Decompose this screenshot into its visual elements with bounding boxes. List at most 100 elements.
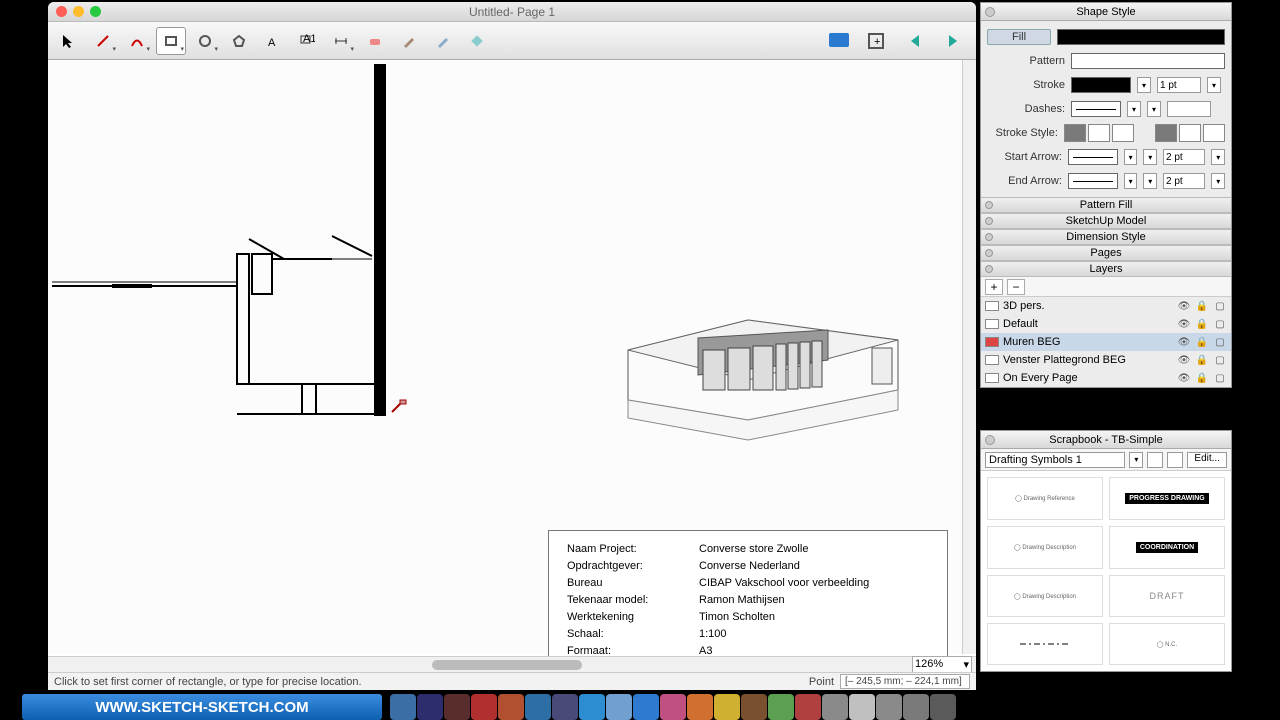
print-icon[interactable]: ▢ — [1213, 319, 1227, 330]
scrapbook-picker[interactable]: Drafting Symbols 1 — [985, 452, 1125, 468]
stroke-width-input[interactable]: 1 pt — [1157, 77, 1201, 93]
stroke-swatch[interactable] — [1071, 77, 1131, 93]
dock-app-icon[interactable] — [633, 694, 659, 720]
polygon-tool[interactable] — [224, 27, 254, 55]
text-tool[interactable]: A — [258, 27, 288, 55]
scrapbook-item[interactable]: PROGRESS DRAWING — [1109, 477, 1225, 520]
lock-icon[interactable]: 🔒 — [1195, 337, 1209, 348]
fill-toggle[interactable]: Fill — [987, 29, 1051, 45]
zoom-select[interactable]: 126%▾ — [912, 656, 972, 673]
stroke-cap-1[interactable] — [1155, 124, 1177, 142]
label-tool[interactable]: A1 — [292, 27, 322, 55]
layer-item[interactable]: Venster Plattegrond BEG👁🔒▢ — [981, 351, 1231, 369]
section-layers[interactable]: Layers — [981, 261, 1231, 277]
dock-app-icon[interactable] — [930, 694, 956, 720]
drawing-canvas[interactable]: Naam Project:Converse store Zwolle Opdra… — [48, 60, 976, 654]
dock-app-icon[interactable] — [660, 694, 686, 720]
section-dimension-style[interactable]: Dimension Style — [981, 229, 1231, 245]
dock-app-icon[interactable] — [903, 694, 929, 720]
fill-swatch[interactable] — [1057, 29, 1225, 45]
scrapbook-item[interactable] — [987, 623, 1103, 665]
horizontal-scrollbar[interactable]: 126%▾ — [48, 656, 976, 672]
section-pattern-fill[interactable]: Pattern Fill — [981, 197, 1231, 213]
scrapbook-item[interactable]: DRAFT — [1109, 575, 1225, 617]
dock-app-icon[interactable] — [741, 694, 767, 720]
select-tool[interactable] — [54, 27, 84, 55]
dock-app-icon[interactable] — [876, 694, 902, 720]
stroke-width-dropdown[interactable]: ▾ — [1207, 77, 1221, 93]
prev-page-button[interactable] — [898, 26, 932, 56]
lock-icon[interactable]: 🔒 — [1195, 301, 1209, 312]
end-arrow-select[interactable] — [1068, 173, 1118, 189]
dimension-tool[interactable]: ▾ — [326, 27, 356, 55]
stroke-dropdown[interactable]: ▾ — [1137, 77, 1151, 93]
dock-app-icon[interactable] — [444, 694, 470, 720]
pattern-swatch[interactable] — [1071, 53, 1225, 69]
next-page-button[interactable] — [936, 26, 970, 56]
arc-tool[interactable]: ▾ — [122, 27, 152, 55]
stroke-cap-3[interactable] — [1203, 124, 1225, 142]
scrapbook-edit-button[interactable]: Edit... — [1187, 452, 1227, 468]
stroke-style-2[interactable] — [1088, 124, 1110, 142]
stroke-style-1[interactable] — [1064, 124, 1086, 142]
stroke-cap-2[interactable] — [1179, 124, 1201, 142]
split-tool[interactable] — [428, 27, 458, 55]
rectangle-tool[interactable]: ▾ — [156, 27, 186, 55]
visibility-icon[interactable]: 👁 — [1177, 319, 1191, 330]
layer-item[interactable]: Default👁🔒▢ — [981, 315, 1231, 333]
dashes-select[interactable] — [1071, 101, 1121, 117]
presentation-button[interactable] — [822, 26, 856, 56]
dock-app-icon[interactable] — [579, 694, 605, 720]
scrapbook-item[interactable]: ◯ Drawing Description — [987, 575, 1103, 617]
layer-item[interactable]: 3D pers.👁🔒▢ — [981, 297, 1231, 315]
scrapbook-item[interactable]: ◯ Drawing Description — [987, 526, 1103, 569]
lock-icon[interactable]: 🔒 — [1195, 373, 1209, 384]
style-tool[interactable] — [394, 27, 424, 55]
macos-dock[interactable] — [390, 692, 956, 720]
lock-icon[interactable]: 🔒 — [1195, 355, 1209, 366]
print-icon[interactable]: ▢ — [1213, 355, 1227, 366]
visibility-icon[interactable]: 👁 — [1177, 355, 1191, 366]
print-icon[interactable]: ▢ — [1213, 337, 1227, 348]
dock-app-icon[interactable] — [822, 694, 848, 720]
print-icon[interactable]: ▢ — [1213, 301, 1227, 312]
lock-icon[interactable]: 🔒 — [1195, 319, 1209, 330]
dock-app-icon[interactable] — [795, 694, 821, 720]
visibility-icon[interactable]: 👁 — [1177, 373, 1191, 384]
scrapbook-item[interactable]: COORDINATION — [1109, 526, 1225, 569]
scrapbook-home-button[interactable] — [1167, 452, 1183, 468]
section-pages[interactable]: Pages — [981, 245, 1231, 261]
dock-app-icon[interactable] — [525, 694, 551, 720]
layer-item[interactable]: On Every Page👁🔒▢ — [981, 369, 1231, 387]
visibility-icon[interactable]: 👁 — [1177, 301, 1191, 312]
dock-app-icon[interactable] — [471, 694, 497, 720]
stroke-style-3[interactable] — [1112, 124, 1134, 142]
main-toolbar: ▾ ▾ ▾ ▾ A A1 ▾ + — [48, 22, 976, 60]
visibility-icon[interactable]: 👁 — [1177, 337, 1191, 348]
print-icon[interactable]: ▢ — [1213, 373, 1227, 384]
circle-tool[interactable]: ▾ — [190, 27, 220, 55]
dock-app-icon[interactable] — [849, 694, 875, 720]
scrapbook-item[interactable]: ◯ N.C. — [1109, 623, 1225, 665]
dock-app-icon[interactable] — [768, 694, 794, 720]
dock-app-icon[interactable] — [390, 694, 416, 720]
scrapbook-nav-button[interactable] — [1147, 452, 1163, 468]
add-layer-button[interactable]: + — [985, 279, 1003, 295]
dock-app-icon[interactable] — [498, 694, 524, 720]
dock-app-icon[interactable] — [606, 694, 632, 720]
line-tool[interactable]: ▾ — [88, 27, 118, 55]
dock-app-icon[interactable] — [552, 694, 578, 720]
remove-layer-button[interactable]: − — [1007, 279, 1025, 295]
scrapbook-item[interactable]: ◯ Drawing Reference — [987, 477, 1103, 520]
dock-app-icon[interactable] — [714, 694, 740, 720]
dock-app-icon[interactable] — [417, 694, 443, 720]
measure-input[interactable]: [– 245,5 mm; – 224,1 mm] — [840, 674, 970, 689]
start-arrow-select[interactable] — [1068, 149, 1118, 165]
join-tool[interactable] — [462, 27, 492, 55]
section-sketchup-model[interactable]: SketchUp Model — [981, 213, 1231, 229]
dock-app-icon[interactable] — [687, 694, 713, 720]
layer-item[interactable]: Muren BEG👁🔒▢ — [981, 333, 1231, 351]
eraser-tool[interactable] — [360, 27, 390, 55]
vertical-scrollbar[interactable] — [962, 60, 976, 654]
add-page-button[interactable]: + — [860, 26, 894, 56]
